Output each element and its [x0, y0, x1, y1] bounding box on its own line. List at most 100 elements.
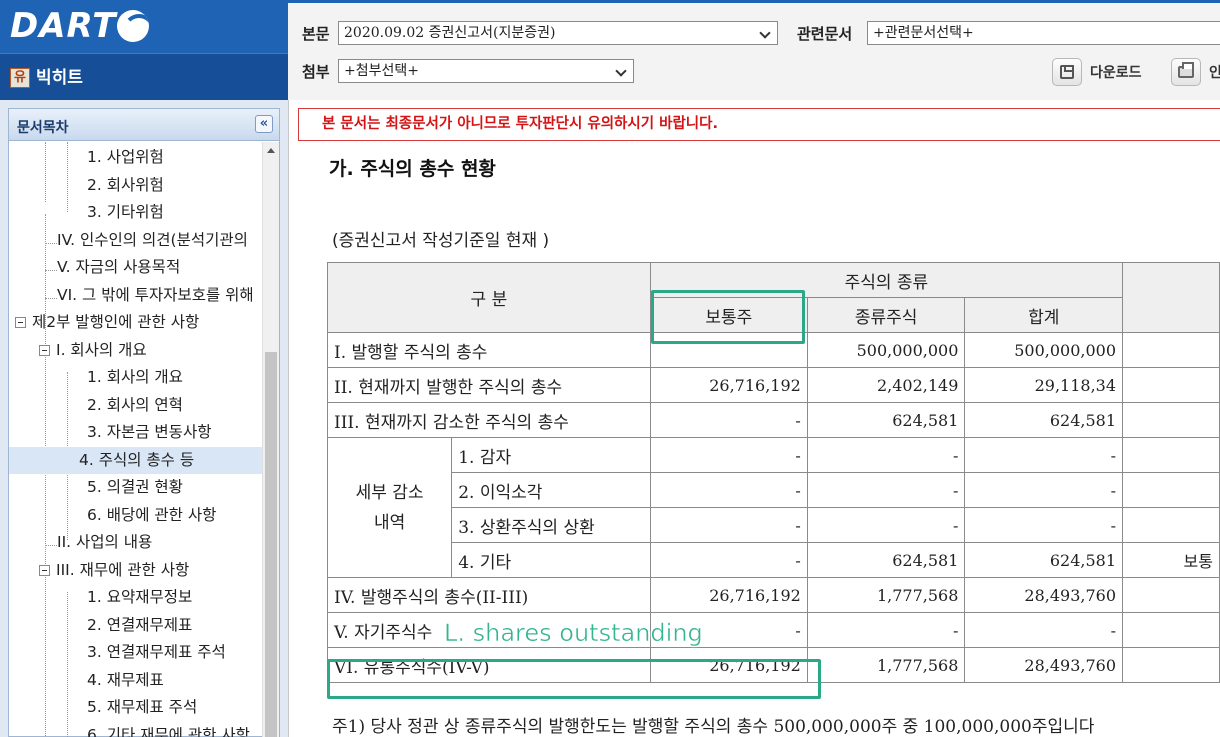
- toc-item[interactable]: VI. 그 밖에 투자자보호를 위해: [57, 282, 254, 309]
- toc-item[interactable]: II. 사업의 내용: [57, 529, 152, 556]
- toc-item[interactable]: 5. 의결권 현황: [87, 474, 183, 501]
- row-label: II. 현재까지 발행한 주식의 총수: [327, 367, 651, 403]
- cell-extra: [1122, 507, 1220, 543]
- footnote: 주1) 당사 정관 상 종류주식의 발행한도는 발행할 주식의 총수 500,0…: [332, 717, 1095, 737]
- collapse-toggle-icon[interactable]: [15, 317, 26, 328]
- toc-item-company-overview[interactable]: I. 회사의 개요: [39, 337, 147, 364]
- toc-item-selected[interactable]: 4. 주식의 총수 등: [9, 447, 263, 474]
- toc-item[interactable]: 6. 기타 재무에 관한 사항: [87, 722, 250, 737]
- company-bar: 유 빅히트: [0, 53, 288, 100]
- toc-item[interactable]: 3. 자본금 변동사항: [87, 419, 211, 446]
- cell-common: -: [649, 402, 808, 438]
- cell-preferred: -: [806, 472, 966, 508]
- printer-icon: [1178, 62, 1194, 78]
- toc-item[interactable]: 2. 회사위험: [87, 172, 164, 199]
- toc-item[interactable]: 1. 사업위험: [87, 144, 164, 171]
- cell-total: 624,581: [964, 542, 1124, 578]
- attach-label: 첨부: [302, 63, 330, 81]
- company-badge-icon: 유: [10, 68, 30, 88]
- save-floppy-icon: [1060, 65, 1074, 79]
- cell-preferred: 1,777,568: [806, 647, 966, 683]
- row-label: 3. 상환주식의 상환: [451, 507, 651, 543]
- toc-item[interactable]: IV. 인수인의 의견(분석기관의: [57, 227, 248, 254]
- header-extra: [1122, 262, 1220, 333]
- chevron-down-icon: [759, 27, 771, 39]
- cell-extra: [1122, 647, 1220, 683]
- main-doc-label: 본문: [302, 25, 330, 43]
- toc-item[interactable]: V. 자금의 사용목적: [57, 254, 180, 281]
- scrollbar-thumb[interactable]: [265, 352, 277, 737]
- header-preferred-shares: 종류주식: [806, 297, 966, 333]
- toc-tree: 1. 사업위험 2. 회사위험 3. 기타위험 IV. 인수인의 의견(분석기관…: [9, 142, 263, 737]
- cell-total: 500,000,000: [964, 332, 1124, 368]
- row-label: 1. 감자: [451, 437, 651, 473]
- table-row: III. 현재까지 감소한 주식의 총수 - 624,581 624,581: [327, 402, 1220, 438]
- toc-item[interactable]: 3. 기타위험: [87, 199, 164, 226]
- dart-logo[interactable]: DART: [10, 6, 150, 46]
- related-doc-label: 관련문서: [797, 25, 853, 43]
- toc-item[interactable]: 6. 배당에 관한 사항: [87, 502, 216, 529]
- document-toolbar: 본문 2020.09.02 증권신고서(지분증권) 관련문서 +관련문서선택+ …: [288, 0, 1220, 100]
- row-label: IV. 발행주식의 총수(II-III): [327, 577, 651, 613]
- print-button[interactable]: 인: [1171, 58, 1220, 86]
- table-row: 세부 감소 내역 1. 감자 - - -: [326, 437, 1220, 578]
- related-doc-select[interactable]: +관련문서선택+: [867, 21, 1220, 45]
- cell-total: 28,493,760: [964, 647, 1124, 683]
- cell-extra: [1122, 612, 1220, 648]
- cell-preferred: -: [806, 507, 966, 543]
- cell-total: 29,118,34: [964, 367, 1124, 403]
- cell-extra: [1122, 402, 1220, 438]
- table-row: IV. 발행주식의 총수(II-III) 26,716,192 1,777,56…: [327, 577, 1220, 613]
- detail-reduction-group: 세부 감소 내역: [326, 437, 453, 578]
- cell-preferred: 624,581: [806, 402, 966, 438]
- cell-preferred: 1,777,568: [806, 577, 966, 613]
- cell-preferred: 624,581: [806, 542, 966, 578]
- collapse-toggle-icon[interactable]: [39, 565, 50, 576]
- attach-value: +첨부선택+: [344, 63, 419, 79]
- cell-extra: 보통: [1122, 542, 1220, 578]
- chevron-down-icon: [615, 65, 627, 77]
- cell-extra: [1122, 367, 1220, 403]
- logo-ball-icon: [117, 10, 150, 42]
- toc-item[interactable]: 2. 회사의 연혁: [87, 392, 183, 419]
- toc-item[interactable]: 4. 재무제표: [87, 667, 164, 694]
- attach-select[interactable]: +첨부선택+: [338, 59, 634, 83]
- cell-total: -: [964, 472, 1124, 508]
- cell-common: 26,716,192: [649, 367, 808, 403]
- cell-total: -: [964, 612, 1124, 648]
- basis-date-note: (증권신고서 작성기준일 현재 ): [332, 231, 550, 251]
- header-category: 구 분: [327, 262, 651, 333]
- scroll-up-icon[interactable]: [267, 148, 275, 153]
- toc-item-part2[interactable]: 제2부 발행인에 관한 사항: [15, 309, 199, 336]
- print-label: 인: [1209, 65, 1220, 81]
- toc-item[interactable]: 5. 재무제표 주석: [87, 694, 197, 721]
- toc-panel: 문서목차 « 1. 사업위험 2. 회사위험 3. 기타위험 IV. 인수인의 …: [8, 108, 280, 737]
- toc-item-finance[interactable]: III. 재무에 관한 사항: [39, 557, 189, 584]
- cell-extra: [1122, 332, 1220, 368]
- collapse-panel-icon[interactable]: «: [255, 115, 273, 133]
- cell-preferred: -: [806, 612, 966, 648]
- draft-warning-notice: 본 문서는 최종문서가 아니므로 투자판단시 유의하시기 바랍니다.: [298, 108, 1220, 141]
- toc-item[interactable]: 2. 연결재무제표: [87, 612, 192, 639]
- sidebar: 문서목차 « 1. 사업위험 2. 회사위험 3. 기타위험 IV. 인수인의 …: [0, 100, 288, 737]
- logo-text: DART: [10, 6, 117, 46]
- cell-preferred: 2,402,149: [806, 367, 966, 403]
- annotation-label: L. shares outstanding: [444, 619, 703, 648]
- download-button[interactable]: 다운로드: [1052, 58, 1142, 86]
- document-viewer: 본 문서는 최종문서가 아니므로 투자판단시 유의하시기 바랍니다. 가. 주식…: [288, 100, 1220, 737]
- toc-scrollbar[interactable]: [262, 142, 279, 737]
- cell-total: 624,581: [964, 402, 1124, 438]
- toc-item[interactable]: 1. 회사의 개요: [87, 364, 183, 391]
- cell-common: -: [649, 507, 808, 543]
- toc-item[interactable]: 1. 요약재무정보: [87, 584, 192, 611]
- cell-total: -: [964, 437, 1124, 473]
- cell-common: 26,716,192: [649, 577, 808, 613]
- table-row: 3. 상환주식의 상환 - - -: [328, 507, 1220, 543]
- collapse-toggle-icon[interactable]: [39, 345, 50, 356]
- common-share-highlight-box: [651, 290, 805, 344]
- toc-item[interactable]: 3. 연결재무제표 주석: [87, 639, 226, 666]
- main-doc-select[interactable]: 2020.09.02 증권신고서(지분증권): [338, 21, 778, 45]
- logo-bar: DART: [0, 0, 288, 53]
- table-row: 4. 기타 - 624,581 624,581 보통: [328, 542, 1220, 578]
- cell-preferred: -: [806, 437, 966, 473]
